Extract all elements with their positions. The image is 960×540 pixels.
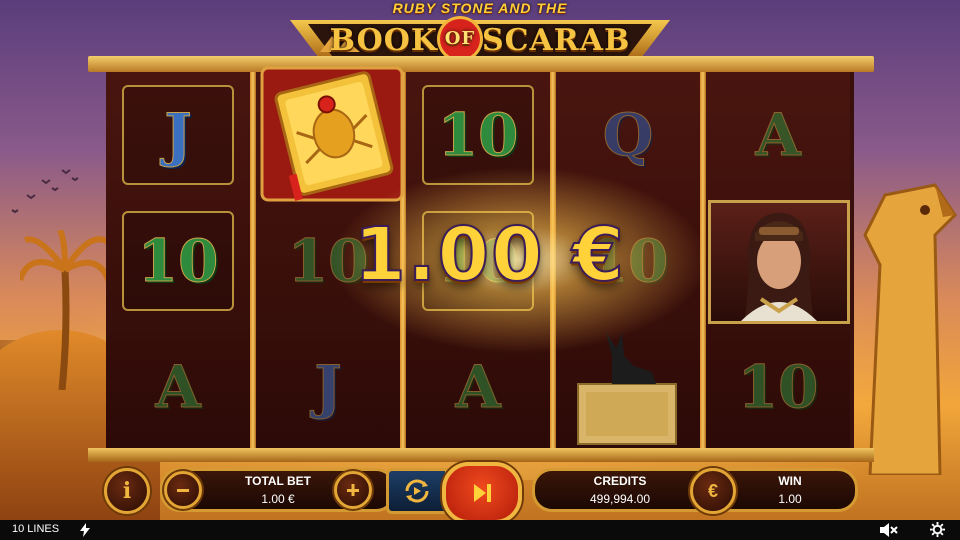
decrease-bet-button[interactable] (164, 471, 202, 509)
game-logo: RUBY STONE AND THE BOOK OF SCARAB (290, 0, 670, 62)
status-bar: 10 LINES (0, 520, 960, 540)
plus-icon (347, 484, 359, 496)
symbol-10: 10 (137, 227, 219, 295)
reel-frame-top (88, 56, 874, 72)
win-amount-display: 1.00 € (353, 211, 626, 299)
symbol-a: A (455, 353, 501, 421)
symbol-cell: A (706, 72, 850, 198)
play-skip-icon (474, 484, 491, 502)
gear-icon[interactable] (930, 522, 945, 537)
control-bar: i TOTAL BET 1.00 € CREDITS 499,994.00 WI… (0, 462, 960, 524)
symbol-10: 10 (737, 353, 819, 421)
palm-tree-icon (20, 230, 110, 390)
symbol-10: 10 (437, 101, 519, 169)
symbol-cell: A (406, 324, 550, 450)
currency-toggle-button[interactable]: € (690, 468, 736, 514)
symbol-10-framed: 10 (422, 85, 534, 185)
symbol-q: Q (602, 101, 654, 169)
autoplay-icon (405, 479, 429, 503)
credits-label: CREDITS (593, 474, 647, 488)
minus-icon (177, 489, 189, 492)
symbol-cell: A (106, 324, 250, 450)
autoplay-button[interactable] (386, 468, 448, 514)
symbol-cell: 10 (706, 324, 850, 450)
speaker-muted-icon[interactable] (880, 523, 898, 537)
win-label: WIN (778, 474, 802, 488)
logo-title-word2: SCARAB (481, 23, 631, 58)
book-of-scarab-icon (260, 66, 404, 202)
reel-frame-bottom (88, 448, 874, 462)
info-button[interactable]: i (104, 468, 150, 514)
symbol-j-framed: J (122, 85, 234, 185)
symbol-10-framed: 10 (122, 211, 234, 311)
symbol-cell: 10 (406, 72, 550, 198)
symbol-a: A (755, 101, 801, 169)
symbol-a: A (155, 353, 201, 421)
anubis-statue-icon (577, 332, 677, 445)
symbol-cell: 10 (106, 198, 250, 324)
symbol-j: J (314, 353, 342, 421)
lightning-icon[interactable] (80, 523, 90, 537)
logo-subtitle: RUBY STONE AND THE (392, 0, 568, 16)
win-value: 1.00 (778, 492, 802, 506)
increase-bet-button[interactable] (334, 471, 372, 509)
symbol-cell: Q (556, 72, 700, 198)
ruby-stone-character-icon (708, 200, 850, 324)
paylines-label: 10 LINES (12, 523, 60, 535)
falcon-statue-icon (863, 183, 957, 475)
symbol-cell: J (256, 324, 400, 450)
birds-icon (11, 169, 79, 214)
symbol-cell: J (106, 72, 250, 198)
spin-button[interactable] (442, 462, 522, 524)
logo-title-word1: BOOK (329, 23, 438, 58)
logo-of-ruby: OF (439, 19, 480, 59)
credits-value: 499,994.00 (589, 492, 651, 506)
symbol-j: J (164, 101, 192, 169)
